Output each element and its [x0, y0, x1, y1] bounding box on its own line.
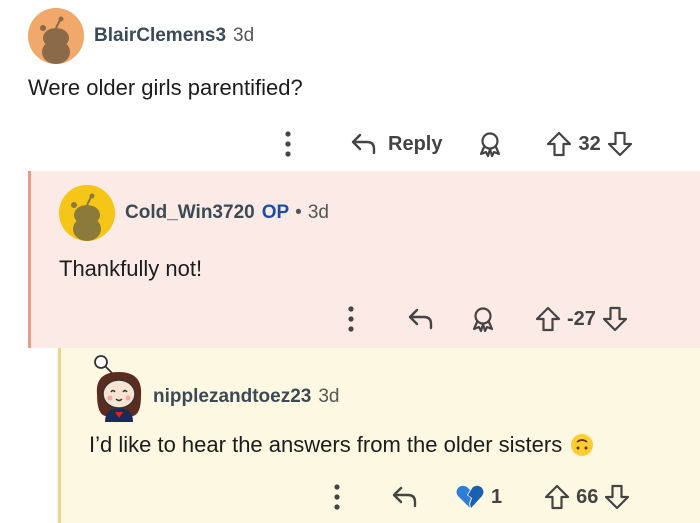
comment-header: nipplezandtoez23 3d	[89, 354, 340, 422]
comment-age: 3d	[307, 202, 329, 223]
reply-arrow-icon	[408, 308, 433, 330]
more-options-button[interactable]	[345, 304, 357, 334]
upvote-arrow-icon	[547, 131, 572, 157]
comment-body-row: I’d like to hear the answers from the ol…	[89, 432, 594, 458]
snoo-avatar-icon	[59, 185, 115, 241]
snoo-girl-avatar-icon	[94, 355, 142, 422]
vertical-ellipsis-icon	[285, 131, 291, 157]
comment-body: Thankfully not!	[59, 256, 203, 281]
upvote-arrow-icon	[545, 484, 570, 510]
downvote-arrow-icon	[607, 131, 632, 157]
comment-cold-win3720: Cold_Win3720 OP • 3d Thankfully not! -27	[28, 171, 700, 348]
comment-nipplezandtoez23: nipplezandtoez23 3d I’d like to hear the…	[58, 348, 700, 523]
downvote-button[interactable]	[602, 305, 628, 333]
avatar[interactable]	[59, 185, 115, 241]
snoo-avatar-icon	[28, 8, 84, 64]
avatar[interactable]	[89, 354, 149, 422]
downvote-button[interactable]	[607, 130, 633, 158]
award-count: 1	[491, 485, 503, 508]
reply-button[interactable]	[407, 306, 435, 332]
upvote-button[interactable]	[535, 305, 561, 333]
award-button[interactable]	[469, 305, 497, 333]
upside-down-face-icon	[571, 434, 594, 456]
downvote-arrow-icon	[602, 306, 628, 332]
upside-down-face-emoji	[570, 433, 594, 457]
reply-arrow-icon	[351, 133, 376, 155]
comment-blairclemens3: BlairClemens3 3d Were older girls parent…	[0, 0, 700, 171]
vertical-ellipsis-icon	[334, 484, 340, 510]
reply-label: Reply	[388, 132, 443, 155]
award-icon	[472, 307, 494, 333]
award-icon	[480, 132, 501, 158]
vote-count: -27	[567, 307, 596, 330]
upvote-button[interactable]	[544, 483, 570, 511]
comment-actions: 1 66	[331, 482, 630, 512]
award-button[interactable]: 1	[455, 484, 502, 510]
reply-arrow-icon	[392, 486, 417, 508]
comment-age: 3d	[318, 386, 340, 407]
broken-heart-award-icon	[456, 485, 484, 508]
username[interactable]: Cold_Win3720	[125, 202, 255, 224]
comment-body: I’d like to hear the answers from the ol…	[89, 432, 563, 457]
award-button[interactable]	[476, 130, 504, 158]
username[interactable]: nipplezandtoez23	[153, 386, 311, 408]
op-badge: OP	[261, 202, 290, 223]
vote-count: 66	[576, 485, 599, 508]
upvote-arrow-icon	[535, 306, 561, 332]
comment-body: Were older girls parentified?	[28, 75, 303, 100]
username[interactable]: BlairClemens3	[94, 25, 226, 47]
comment-actions: Reply 32	[282, 129, 633, 159]
downvote-button[interactable]	[604, 483, 630, 511]
separator-dot: •	[295, 202, 302, 223]
reply-button[interactable]: Reply	[350, 131, 442, 157]
more-options-button[interactable]	[331, 482, 343, 512]
avatar[interactable]	[28, 8, 84, 64]
comment-header: Cold_Win3720 OP • 3d	[59, 185, 329, 241]
comment-actions: -27	[345, 304, 628, 334]
reply-button[interactable]	[391, 484, 419, 510]
comment-age: 3d	[233, 25, 255, 46]
downvote-arrow-icon	[605, 484, 630, 510]
more-options-button[interactable]	[282, 129, 294, 159]
comment-header: BlairClemens3 3d	[28, 8, 254, 64]
upvote-button[interactable]	[546, 130, 572, 158]
vote-count: 32	[578, 132, 601, 155]
vertical-ellipsis-icon	[348, 306, 354, 332]
